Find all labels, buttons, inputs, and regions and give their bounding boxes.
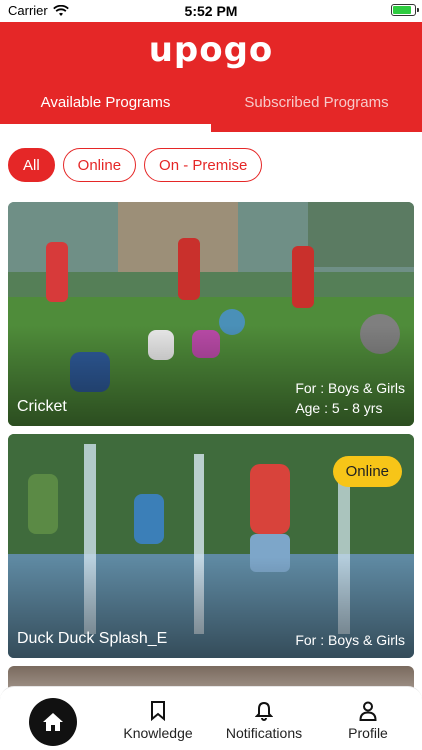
nav-notifications[interactable]: Notifications — [218, 701, 310, 741]
home-button[interactable] — [29, 698, 77, 746]
nav-profile[interactable]: Profile — [338, 701, 398, 741]
program-meta: For : Boys & Girls Age : 5 - 8 yrs — [295, 378, 405, 418]
app-header: upogo Available Programs Subscribed Prog… — [0, 22, 422, 134]
bell-icon — [255, 701, 273, 721]
program-card-cricket[interactable]: Cricket For : Boys & Girls Age : 5 - 8 y… — [8, 202, 414, 426]
program-tabs: Available Programs Subscribed Programs — [0, 86, 422, 134]
bottom-navigation: Knowledge Notifications Profile — [0, 686, 422, 750]
nav-profile-label: Profile — [348, 725, 388, 741]
program-audience: For : Boys & Girls — [295, 380, 405, 396]
nav-knowledge[interactable]: Knowledge — [118, 701, 198, 741]
program-card-duck-duck-splash[interactable]: Online Duck Duck Splash_E For : Boys & G… — [8, 434, 414, 658]
nav-knowledge-label: Knowledge — [123, 725, 193, 741]
tab-available-label: Available Programs — [40, 94, 171, 111]
tab-subscribed-programs[interactable]: Subscribed Programs — [211, 86, 422, 132]
program-title: Duck Duck Splash_E — [17, 630, 168, 647]
filter-online-chip[interactable]: Online — [62, 148, 137, 182]
program-age: Age : 5 - 8 yrs — [295, 400, 383, 416]
bookmark-icon — [151, 701, 165, 721]
tab-subscribed-label: Subscribed Programs — [244, 94, 389, 111]
program-title: Cricket — [17, 398, 67, 415]
online-badge: Online — [332, 456, 402, 487]
battery-icon — [391, 4, 419, 16]
active-tab-indicator — [0, 124, 211, 134]
program-meta: For : Boys & Girls — [295, 630, 405, 650]
home-icon — [43, 713, 63, 731]
user-icon — [359, 701, 377, 721]
nav-notifications-label: Notifications — [225, 725, 303, 741]
status-time: 5:52 PM — [184, 3, 238, 19]
tab-available-programs[interactable]: Available Programs — [0, 86, 211, 134]
filter-on-premise-chip[interactable]: On - Premise — [144, 148, 263, 182]
filter-chips: All Online On - Premise — [8, 148, 263, 182]
program-audience: For : Boys & Girls — [295, 632, 405, 648]
filter-all-chip[interactable]: All — [8, 148, 55, 182]
status-bar: Carrier 5:52 PM — [0, 0, 422, 22]
app-logo: upogo — [148, 30, 274, 70]
